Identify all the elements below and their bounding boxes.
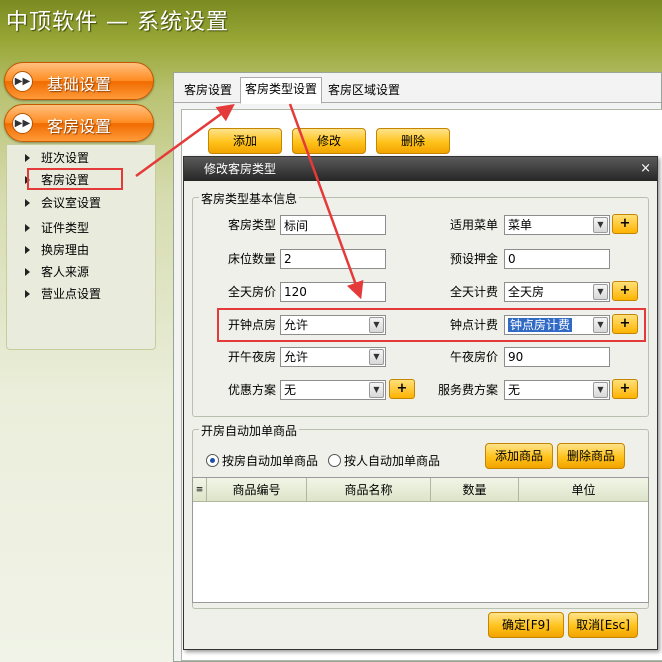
add-button[interactable]: 添加 <box>208 128 282 154</box>
add-service-fee-button[interactable]: + <box>612 379 638 399</box>
triangle-right-icon <box>25 246 30 254</box>
radio-unchecked-icon <box>328 454 341 467</box>
triangle-right-icon <box>25 154 30 162</box>
add-day-billing-button[interactable]: + <box>612 281 638 301</box>
menu-label: 适用菜单 <box>449 218 498 232</box>
col-unit[interactable]: 单位 <box>519 478 648 502</box>
cancel-button[interactable]: 取消[Esc] <box>568 612 638 638</box>
deposit-label: 预设押金 <box>449 252 498 266</box>
radio-checked-icon <box>206 454 219 467</box>
goods-grid: ≡ 商品编号 商品名称 数量 单位 <box>192 477 649 603</box>
sidebar-item-meeting-room[interactable]: 会议室设置 <box>25 194 101 212</box>
double-chevron-right-icon: ▶▶ <box>12 113 33 134</box>
double-chevron-right-icon: ▶▶ <box>12 71 33 92</box>
triangle-right-icon <box>25 199 30 207</box>
highlight-box-hourly-row <box>217 308 646 342</box>
sidebar-item-guest-source[interactable]: 客人来源 <box>25 263 89 281</box>
sidebar-item-id-type[interactable]: 证件类型 <box>25 219 89 237</box>
category-label: 客房设置 <box>47 117 112 136</box>
service-fee-select[interactable]: 无 ▼ <box>504 380 610 400</box>
highlight-box-sidebar <box>27 168 123 190</box>
day-billing-select[interactable]: 全天房 ▼ <box>504 282 610 302</box>
midnight-select[interactable]: 允许 ▼ <box>280 347 386 367</box>
chevron-down-icon[interactable]: ▼ <box>369 349 384 365</box>
bed-count-input[interactable] <box>280 249 386 269</box>
add-goods-button[interactable]: 添加商品 <box>485 443 553 469</box>
chevron-down-icon[interactable]: ▼ <box>593 284 608 300</box>
sidebar: ▶▶ 基础设置 ▶▶ 客房设置 班次设置 客房设置 会议室设置 证件类型 换房理… <box>4 62 156 352</box>
group-title: 客房类型基本信息 <box>199 190 300 207</box>
add-discount-button[interactable]: + <box>389 379 415 399</box>
tab-room-area[interactable]: 客房区域设置 <box>324 79 404 103</box>
category-room-settings[interactable]: ▶▶ 客房设置 <box>4 104 154 142</box>
radio-auto-by-person[interactable]: 按人自动加单商品 <box>328 453 440 469</box>
room-type-input[interactable] <box>280 215 386 235</box>
midnight-price-label: 午夜房价 <box>449 350 498 364</box>
category-basic-settings[interactable]: ▶▶ 基础设置 <box>4 62 154 100</box>
sidebar-item-outlet[interactable]: 营业点设置 <box>25 285 101 303</box>
tab-room-type[interactable]: 客房类型设置 <box>240 77 323 104</box>
triangle-right-icon <box>25 290 30 298</box>
delete-button[interactable]: 删除 <box>376 128 450 154</box>
delete-goods-button[interactable]: 删除商品 <box>557 443 625 469</box>
midnight-price-input[interactable] <box>504 347 610 367</box>
close-icon[interactable]: × <box>640 157 651 181</box>
triangle-right-icon <box>25 268 30 276</box>
chevron-down-icon[interactable]: ▼ <box>369 382 384 398</box>
edit-room-type-dialog: 修改客房类型 × 客房类型基本信息 客房类型 床位数量 全天房价 开钟点房 允许… <box>183 156 658 650</box>
menu-select[interactable]: 菜单 ▼ <box>504 215 610 235</box>
day-price-input[interactable] <box>280 282 386 302</box>
service-fee-label: 服务费方案 <box>437 383 498 397</box>
chevron-down-icon[interactable]: ▼ <box>593 382 608 398</box>
deposit-input[interactable] <box>504 249 610 269</box>
midnight-label: 开午夜房 <box>227 350 276 364</box>
col-quantity[interactable]: 数量 <box>431 478 519 502</box>
sidebar-item-change-reason[interactable]: 换房理由 <box>25 241 89 259</box>
dialog-title: 修改客房类型 <box>184 157 657 181</box>
col-goods-code[interactable]: 商品编号 <box>207 478 307 502</box>
day-billing-label: 全天计费 <box>449 285 498 299</box>
bed-count-label: 床位数量 <box>227 252 276 266</box>
sidebar-item-shift[interactable]: 班次设置 <box>25 149 89 167</box>
grid-header: ≡ 商品编号 商品名称 数量 单位 <box>193 478 648 502</box>
triangle-right-icon <box>25 224 30 232</box>
edit-button[interactable]: 修改 <box>292 128 366 154</box>
tab-room[interactable]: 客房设置 <box>180 79 236 103</box>
add-menu-button[interactable]: + <box>612 214 638 234</box>
chevron-down-icon[interactable]: ▼ <box>593 217 608 233</box>
col-goods-name[interactable]: 商品名称 <box>307 478 431 502</box>
ok-button[interactable]: 确定[F9] <box>488 612 564 638</box>
discount-label: 优惠方案 <box>227 383 276 397</box>
radio-auto-by-room[interactable]: 按房自动加单商品 <box>206 453 318 469</box>
app-title: 中顶软件 — 系统设置 <box>6 10 229 35</box>
tab-bar: 客房设置 客房类型设置 客房区域设置 <box>174 73 661 104</box>
room-type-label: 客房类型 <box>227 218 276 232</box>
group-title: 开房自动加单商品 <box>199 422 300 439</box>
discount-select[interactable]: 无 ▼ <box>280 380 386 400</box>
category-label: 基础设置 <box>47 75 112 94</box>
day-price-label: 全天房价 <box>227 285 276 299</box>
row-selector-icon: ≡ <box>193 478 207 502</box>
